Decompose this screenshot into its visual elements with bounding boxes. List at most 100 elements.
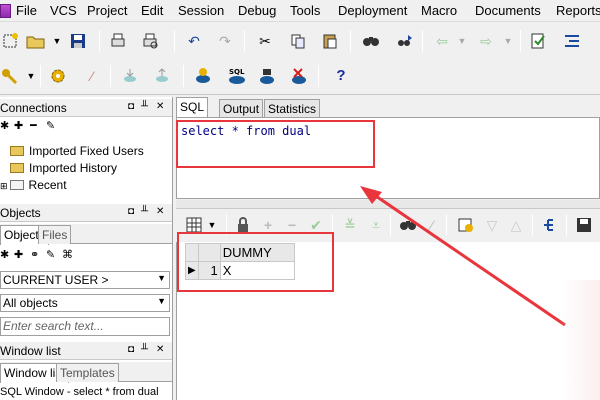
export-icon[interactable]: ⇨ (476, 32, 496, 52)
menu-macro[interactable]: Macro (421, 3, 457, 18)
menu-edit[interactable]: Edit (141, 3, 163, 18)
session-toolbar: ▼ ⁄ SQL ? (0, 61, 600, 95)
explain-icon[interactable] (258, 67, 278, 87)
compile-icon[interactable] (528, 32, 548, 52)
help-icon[interactable]: ? (331, 67, 351, 87)
chevron-down-icon[interactable]: ▼ (157, 273, 166, 283)
connections-title: Connections (0, 101, 67, 115)
break-icon[interactable]: ⁄ (82, 67, 102, 87)
object-filter-select[interactable]: All objects ▼ (0, 294, 170, 312)
star-icon[interactable]: ✱ (0, 119, 9, 132)
folder-icon (10, 163, 24, 173)
add-icon[interactable]: ✚ (14, 119, 23, 132)
chevron-down-icon[interactable]: ▼ (452, 32, 472, 52)
sql-highlight-box (176, 120, 375, 168)
menu-vcs[interactable]: VCS (50, 3, 77, 18)
tree-item[interactable]: Imported History (10, 161, 117, 177)
rollback-icon[interactable] (152, 67, 172, 87)
disconnect-icon[interactable] (290, 67, 310, 87)
cut-icon[interactable]: ✂ (255, 32, 275, 52)
connections-toolbar: ✱ ✚ ━ ✎ (0, 119, 172, 135)
key-icon[interactable] (0, 67, 20, 87)
objects-tabs: Objects Files (0, 224, 172, 245)
menu-file[interactable]: File (16, 3, 37, 18)
menu-reports[interactable]: Reports (556, 3, 600, 18)
redo-icon[interactable]: ↷ (215, 32, 235, 52)
find-icon[interactable] (361, 32, 381, 52)
find-next-icon[interactable] (395, 32, 415, 52)
tab-statistics[interactable]: Statistics (264, 99, 321, 117)
remove-icon[interactable]: ━ (30, 119, 37, 132)
open-folder-icon[interactable] (26, 32, 46, 52)
database-icon[interactable] (194, 67, 214, 87)
window-list-title: Window list (0, 344, 61, 358)
pane-menu-icon[interactable]: ◘ (128, 101, 134, 112)
tree-item-label: Imported Fixed Users (29, 144, 144, 158)
pane-menu-icon[interactable]: ◘ (128, 206, 134, 217)
window-list-item-label: SQL Window - select * from dual (0, 386, 159, 398)
editor-tabs: SQL Output Statistics (176, 97, 600, 117)
edit-icon[interactable]: ✎ (46, 119, 55, 132)
menu-project[interactable]: Project (87, 3, 127, 18)
copy-icon[interactable] (288, 32, 308, 52)
pin-icon[interactable]: ╨ (141, 101, 148, 112)
tab-sql[interactable]: SQL (176, 97, 209, 117)
objects-title: Objects (0, 206, 41, 220)
watermark (560, 280, 600, 400)
chevron-down-icon[interactable]: ▼ (47, 32, 67, 52)
pane-menu-icon[interactable]: ◘ (128, 344, 134, 355)
user-select[interactable]: CURRENT USER > ▼ (0, 271, 170, 289)
connections-header: Connections ◘ ╨ ✕ (0, 99, 172, 117)
object-search-input[interactable]: Enter search text... (0, 317, 170, 336)
filter-icon[interactable]: ⌘ (62, 248, 73, 261)
import-icon[interactable]: ⇦ (432, 32, 452, 52)
commit-icon[interactable] (120, 67, 140, 87)
close-icon[interactable]: ✕ (156, 206, 164, 217)
tree-item[interactable]: ⊞ Recent (0, 178, 67, 194)
new-window-icon[interactable] (0, 32, 20, 52)
tab-files[interactable]: Files (38, 225, 72, 244)
menu-deployment[interactable]: Deployment (338, 3, 407, 18)
execute-gear-icon[interactable] (48, 67, 68, 87)
format-icon[interactable] (562, 32, 582, 52)
menu-tools[interactable]: Tools (290, 3, 320, 18)
menu-session[interactable]: Session (178, 3, 224, 18)
main-toolbar: ▼ ↶ ↷ ✂ ⇦ ▼ ⇨ ▼ (0, 24, 600, 60)
sql-icon[interactable]: SQL (226, 67, 246, 87)
close-icon[interactable]: ✕ (156, 344, 164, 355)
svg-text:SQL: SQL (229, 68, 245, 76)
window-list-tabs: Window list Templates (0, 362, 172, 383)
window-list-item[interactable]: SQL Window - select * from dual (0, 386, 159, 400)
tab-templates[interactable]: Templates (56, 363, 119, 382)
print-icon[interactable] (108, 32, 128, 52)
folder-icon (9, 180, 24, 190)
print-preview-icon[interactable] (140, 32, 160, 52)
undo-icon[interactable]: ↶ (184, 32, 204, 52)
edit-icon[interactable]: ✎ (46, 248, 55, 261)
find-icon[interactable]: ⚭ (30, 248, 39, 261)
menu-bar: File VCS Project Edit Session Debug Tool… (0, 0, 600, 22)
window-list-header: Window list ◘ ╨ ✕ (0, 342, 172, 360)
tree-item-label: Imported History (29, 161, 118, 175)
close-icon[interactable]: ✕ (156, 101, 164, 112)
objects-header: Objects ◘ ╨ ✕ (0, 204, 172, 222)
expand-icon[interactable]: ⊞ (0, 181, 8, 191)
result-highlight-box (177, 232, 334, 292)
folder-icon (10, 146, 24, 156)
pin-icon[interactable]: ╨ (141, 344, 148, 355)
object-filter-value: All objects (3, 296, 58, 310)
chevron-down-icon[interactable]: ▼ (21, 67, 41, 87)
pin-icon[interactable]: ╨ (141, 206, 148, 217)
paste-icon[interactable] (320, 32, 340, 52)
menu-documents[interactable]: Documents (475, 3, 541, 18)
menu-debug[interactable]: Debug (238, 3, 276, 18)
tree-item[interactable]: Imported Fixed Users (10, 144, 144, 160)
chevron-down-icon[interactable]: ▼ (157, 296, 166, 306)
left-panel: Connections ◘ ╨ ✕ ✱ ✚ ━ ✎ Imported Fixed… (0, 97, 173, 400)
chevron-down-icon[interactable]: ▼ (498, 32, 518, 52)
tab-output[interactable]: Output (219, 99, 264, 117)
star-icon[interactable]: ✱ (0, 248, 9, 261)
user-select-value: CURRENT USER > (3, 273, 109, 287)
add-icon[interactable]: ✚ (14, 248, 23, 261)
save-icon[interactable] (68, 32, 88, 52)
